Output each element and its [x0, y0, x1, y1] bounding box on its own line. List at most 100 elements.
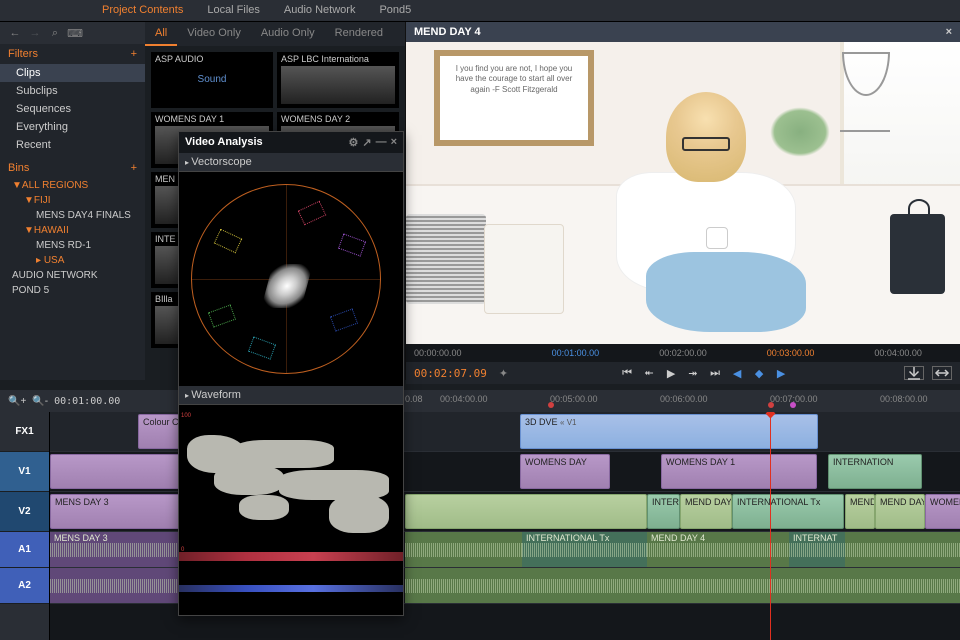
marker-icon[interactable]: [548, 402, 554, 408]
video-clip[interactable]: WOMENS DAY 1: [661, 454, 817, 489]
add-filter-icon[interactable]: +: [131, 48, 137, 60]
close-icon[interactable]: ×: [946, 26, 952, 38]
mark-clip-icon[interactable]: ◆: [750, 365, 768, 381]
video-clip[interactable]: INTERNATIONAL: [647, 494, 680, 529]
video-clip[interactable]: MEND DAY: [875, 494, 925, 529]
video-clip[interactable]: WOMENS: [925, 494, 960, 529]
bin-tab-all[interactable]: All: [145, 22, 177, 46]
filter-sequences[interactable]: Sequences: [0, 100, 145, 118]
clip-label: INTERNATION: [833, 457, 893, 467]
tree-fiji[interactable]: ▼FIJI: [0, 193, 145, 208]
tab-local-files[interactable]: Local Files: [195, 0, 272, 21]
bin-item[interactable]: ASP AUDIOSound: [151, 52, 273, 108]
preview-lamp: [840, 42, 890, 132]
transport-controls: 00:02:07.09 ✦ ⏮ ⯬ ▶ ⯮ ⏭ ◀ ◆ ▶: [406, 362, 960, 384]
video-preview[interactable]: I you find you are not, I hope you have …: [406, 42, 960, 344]
tree-hawaii-item[interactable]: MENS RD-1: [0, 238, 145, 253]
filter-subclips[interactable]: Subclips: [0, 82, 145, 100]
video-clip[interactable]: 3D DVE « V1: [520, 414, 818, 449]
timeline-timecode[interactable]: 00:01:00.00: [54, 396, 120, 407]
overwrite-icon[interactable]: [932, 366, 952, 380]
ruler-tick: 00:08:00.00: [880, 394, 928, 404]
tab-project-contents[interactable]: Project Contents: [90, 0, 195, 21]
va-close-icon[interactable]: ×: [391, 136, 397, 149]
keyboard-icon[interactable]: ⌨: [68, 26, 82, 40]
step-fwd-icon[interactable]: ⯮: [684, 365, 702, 381]
bin-item-sub: Sound: [151, 74, 273, 85]
search-icon[interactable]: ⌕: [48, 26, 62, 40]
marker-icon[interactable]: [790, 402, 796, 408]
audio-clip[interactable]: INTERNAT: [789, 532, 845, 567]
audio-clip[interactable]: MEND DAY 4: [647, 532, 789, 567]
clip-label: INTERNATIONAL: [652, 497, 680, 507]
track-label-v2[interactable]: V2: [0, 492, 49, 532]
video-clip[interactable]: WOMENS DAY: [520, 454, 610, 489]
bin-tab-video[interactable]: Video Only: [177, 22, 251, 46]
viewer-title-text: MEND DAY 4: [414, 26, 481, 38]
track-label-a2[interactable]: A2: [0, 568, 49, 604]
nav-fwd-icon[interactable]: →: [28, 26, 42, 40]
star-icon[interactable]: ✦: [499, 367, 508, 380]
goto-end-icon[interactable]: ⏭: [706, 365, 724, 381]
mark-out-icon[interactable]: ▶: [772, 365, 790, 381]
step-back-icon[interactable]: ⯬: [640, 365, 658, 381]
video-clip[interactable]: INTERNATION: [828, 454, 922, 489]
clip-label: WOMENS: [930, 497, 960, 507]
tree-pond5[interactable]: POND 5: [0, 283, 145, 298]
va-section-waveform[interactable]: Waveform: [179, 386, 403, 405]
viewer-ruler[interactable]: 00:00:00.00 00:01:00.00 00:02:00.00 00:0…: [406, 344, 960, 362]
zoom-in-icon[interactable]: 🔍+: [8, 396, 26, 407]
clip-label: MEND DAY: [880, 497, 925, 507]
va-titlebar[interactable]: Video Analysis ⚙ ↗ — ×: [179, 132, 403, 153]
bin-tab-audio[interactable]: Audio Only: [251, 22, 325, 46]
video-analysis-panel[interactable]: Video Analysis ⚙ ↗ — × Vectorscope Wavef…: [178, 131, 404, 616]
goto-start-icon[interactable]: ⏮: [618, 365, 636, 381]
clip-label: WOMENS DAY 1: [666, 457, 735, 467]
va-minimize-icon[interactable]: —: [376, 136, 387, 149]
nav-back-icon[interactable]: ←: [8, 26, 22, 40]
filters-header: Filters +: [0, 44, 145, 64]
tree-audio-network[interactable]: AUDIO NETWORK: [0, 268, 145, 283]
add-bin-icon[interactable]: +: [131, 162, 137, 174]
audio-clip[interactable]: [405, 568, 960, 603]
clip-label: MENS DAY 3: [55, 497, 109, 507]
va-maximize-icon[interactable]: ↗: [362, 136, 371, 149]
tree-fiji-item[interactable]: MENS DAY4 FINALS: [0, 208, 145, 223]
bin-item-title: WOMENS DAY 1: [155, 114, 269, 124]
track-label-a1[interactable]: A1: [0, 532, 49, 568]
clip-label: INTERNAT: [793, 533, 837, 543]
vectorscope-display: [179, 172, 403, 386]
video-clip[interactable]: MEND D: [845, 494, 875, 529]
track-label-v1[interactable]: V1: [0, 452, 49, 492]
bin-item[interactable]: ASP LBC Internationa: [277, 52, 399, 108]
tree-usa[interactable]: ▸ USA: [0, 253, 145, 268]
filter-recent[interactable]: Recent: [0, 136, 145, 154]
audio-clip[interactable]: [845, 532, 960, 567]
clip-label: INTERNATIONAL Tx: [737, 497, 820, 507]
tab-pond5[interactable]: Pond5: [367, 0, 423, 21]
mark-in-icon[interactable]: ◀: [728, 365, 746, 381]
va-section-vectorscope[interactable]: Vectorscope: [179, 153, 403, 172]
zoom-out-icon[interactable]: 🔍-: [32, 396, 48, 407]
filter-everything[interactable]: Everything: [0, 118, 145, 136]
bin-tab-rendered[interactable]: Rendered: [325, 22, 393, 46]
va-settings-icon[interactable]: ⚙: [348, 136, 358, 149]
track-label-fx1[interactable]: FX1: [0, 412, 49, 452]
video-clip[interactable]: [405, 494, 647, 529]
tree-hawaii[interactable]: ▼HAWAII: [0, 223, 145, 238]
video-clip[interactable]: INTERNATIONAL Tx: [732, 494, 844, 529]
timecode-display[interactable]: 00:02:07.09: [414, 367, 487, 380]
ruler-tick: 00:03:00.00: [737, 348, 845, 358]
audio-clip[interactable]: [405, 532, 522, 567]
video-clip[interactable]: MEND DAY: [680, 494, 732, 529]
tab-audio-network[interactable]: Audio Network: [272, 0, 368, 21]
insert-icon[interactable]: [904, 366, 924, 380]
project-panel: ← → ⌕ ⌨ Filters + Clips Subclips Sequenc…: [0, 22, 145, 380]
bin-filter-tabs: All Video Only Audio Only Rendered: [145, 22, 405, 46]
tree-all-regions[interactable]: ▼ALL REGIONS: [0, 178, 145, 193]
playhead[interactable]: [770, 412, 771, 640]
audio-clip[interactable]: INTERNATIONAL Tx: [522, 532, 647, 567]
marker-icon[interactable]: [768, 402, 774, 408]
filter-clips[interactable]: Clips: [0, 64, 145, 82]
play-icon[interactable]: ▶: [662, 365, 680, 381]
